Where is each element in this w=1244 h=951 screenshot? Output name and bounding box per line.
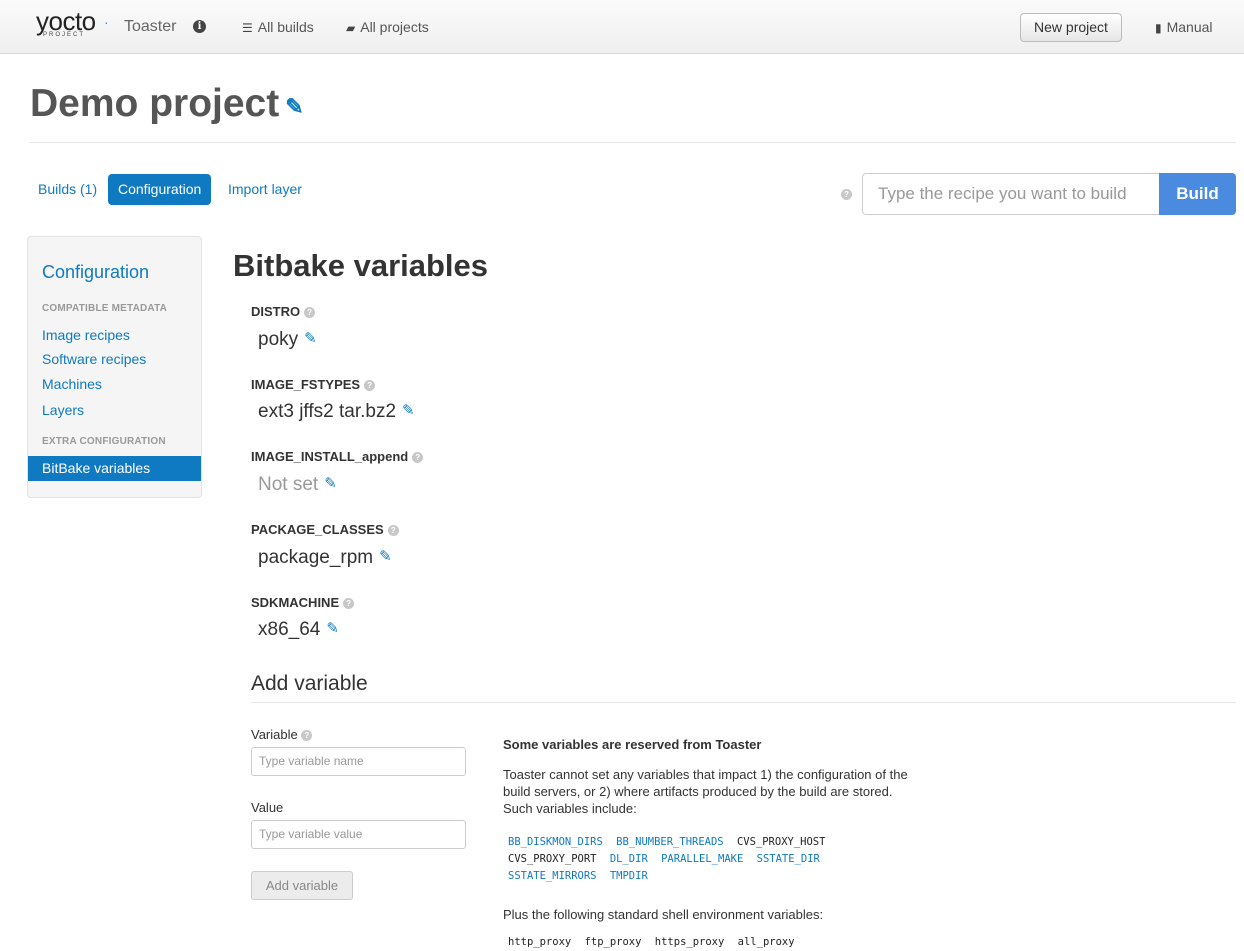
shell-variables-intro: Plus the following standard shell enviro… — [503, 907, 824, 922]
variable-name: IMAGE_INSTALL_append? — [251, 449, 424, 464]
logo-subtitle: PROJECT — [43, 32, 86, 38]
question-circle-icon[interactable]: ? — [387, 525, 399, 536]
shell-variable: http_proxy — [508, 936, 572, 948]
sidebar-item-software-recipes[interactable]: Software recipes — [42, 351, 146, 367]
variable-name-text: SDKMACHINE — [251, 595, 340, 610]
question-circle-icon[interactable]: ? — [364, 380, 376, 391]
shell-variable: ftp_proxy — [584, 936, 642, 948]
variable-name-text: DISTRO — [251, 304, 301, 319]
sidebar-item-bitbake-variables[interactable]: BitBake variables — [28, 456, 201, 481]
pencil-icon[interactable]: ✎ — [324, 474, 337, 492]
pencil-icon[interactable]: ✎ — [285, 94, 303, 120]
sidebar-heading[interactable]: Configuration — [42, 262, 149, 283]
variable-value-text: Not set — [258, 474, 319, 495]
question-circle-icon[interactable]: ? — [412, 452, 424, 463]
app-name-link[interactable]: Toaster — [124, 18, 176, 36]
pencil-icon[interactable]: ✎ — [402, 401, 415, 419]
list-icon: ☰ — [242, 21, 253, 35]
shell-variable: all_proxy — [737, 936, 795, 948]
variable-label: Variable ? — [251, 727, 313, 742]
sidebar-item-machines[interactable]: Machines — [42, 376, 102, 392]
logo-dot: · — [104, 14, 109, 30]
tab-import-layer[interactable]: Import layer — [228, 174, 302, 205]
variable-name-text: IMAGE_FSTYPES — [251, 377, 361, 392]
variable-name-text: IMAGE_INSTALL_append — [251, 449, 409, 464]
variable-value: poky ✎ — [258, 329, 317, 351]
reserved-variable: CVS_PROXY_HOST — [736, 836, 826, 848]
variable-value: x86_64 ✎ — [258, 619, 339, 641]
variable-name: SDKMACHINE? — [251, 595, 355, 610]
variable-value-text: poky — [258, 329, 299, 350]
tab-builds[interactable]: Builds (1) — [38, 174, 97, 205]
new-project-button[interactable]: New project — [1020, 13, 1122, 42]
build-button[interactable]: Build — [1159, 173, 1236, 215]
reserved-variable-link[interactable]: TMPDIR — [610, 868, 648, 885]
folder-icon: ▰ — [346, 21, 356, 35]
question-circle-icon[interactable]: ? — [301, 730, 313, 741]
sidebar-item-layers[interactable]: Layers — [42, 402, 84, 418]
reserved-variable-link[interactable]: BB_NUMBER_THREADS — [616, 834, 723, 851]
tab-configuration[interactable]: Configuration — [108, 174, 212, 205]
variable-name: PACKAGE_CLASSES? — [251, 522, 399, 537]
all-projects-link[interactable]: ▰ All projects — [346, 19, 429, 35]
reserved-variable-link[interactable]: DL_DIR — [610, 851, 648, 868]
question-circle-icon[interactable]: ? — [343, 598, 355, 609]
question-circle-icon[interactable]: ? — [841, 189, 852, 200]
value-label: Value — [251, 800, 284, 815]
variable-value: Not set ✎ — [258, 474, 337, 496]
variable-name-text: PACKAGE_CLASSES — [251, 522, 384, 537]
config-sidebar: Configuration COMPATIBLE METADATA Image … — [27, 236, 202, 498]
section-heading: Bitbake variables — [233, 248, 489, 283]
all-builds-link[interactable]: ☰ All builds — [242, 19, 314, 35]
reserved-variable-link[interactable]: SSTATE_MIRRORS — [508, 868, 597, 885]
shell-variables-list: http_proxy ftp_proxy https_proxy all_pro… — [508, 936, 802, 948]
page-title: Demo project ✎ — [30, 82, 304, 126]
all-projects-label: All projects — [360, 19, 429, 35]
manual-link[interactable]: ▮ Manual — [1155, 19, 1213, 35]
sidebar-section-compatible: COMPATIBLE METADATA — [42, 303, 168, 314]
reserved-variable-link[interactable]: SSTATE_DIR — [757, 851, 820, 868]
pencil-icon[interactable]: ✎ — [379, 547, 392, 565]
variable-value: ext3 jffs2 tar.bz2 ✎ — [258, 401, 415, 423]
variable-label-text: Variable — [251, 727, 298, 742]
top-navbar: yocto · PROJECT Toaster i ☰ All builds ▰ A… — [0, 0, 1244, 54]
pencil-icon[interactable]: ✎ — [326, 619, 339, 637]
reserved-variable-link[interactable]: BB_DISKMON_DIRS — [508, 834, 603, 851]
add-variable-divider — [251, 702, 1236, 703]
variable-name: IMAGE_FSTYPES? — [251, 377, 376, 392]
pencil-icon[interactable]: ✎ — [304, 329, 317, 347]
reserved-description: Toaster cannot set any variables that im… — [503, 767, 908, 816]
all-builds-label: All builds — [257, 19, 314, 35]
manual-label: Manual — [1166, 19, 1213, 35]
variable-value-text: x86_64 — [258, 619, 321, 640]
recipe-search-input[interactable]: Type the recipe you want to build — [862, 173, 1159, 215]
reserved-heading: Some variables are reserved from Toaster — [503, 737, 762, 752]
variable-value-input[interactable]: Type variable value — [251, 820, 466, 849]
title-divider — [30, 142, 1236, 143]
variable-name: DISTRO? — [251, 304, 316, 319]
yocto-logo[interactable]: yocto · PROJECT — [36, 8, 116, 38]
project-name: Demo project — [30, 82, 280, 125]
reserved-variable-link[interactable]: PARALLEL_MAKE — [661, 851, 743, 868]
variable-value-text: package_rpm — [258, 547, 374, 568]
book-icon: ▮ — [1155, 21, 1162, 35]
question-circle-icon[interactable]: ? — [304, 307, 316, 318]
variable-value-text: ext3 jffs2 tar.bz2 — [258, 401, 397, 422]
reserved-variable: CVS_PROXY_PORT — [508, 853, 597, 865]
sidebar-section-extra: EXTRA CONFIGURATION — [42, 436, 166, 447]
reserved-variables-list: BB_DISKMON_DIRS BB_NUMBER_THREADS CVS_PR… — [508, 834, 878, 885]
variable-value: package_rpm ✎ — [258, 547, 392, 569]
shell-variable: https_proxy — [654, 936, 725, 948]
info-circle-icon[interactable]: i — [193, 20, 206, 33]
variable-name-input[interactable]: Type variable name — [251, 747, 466, 776]
add-variable-heading: Add variable — [251, 672, 368, 695]
sidebar-item-image-recipes[interactable]: Image recipes — [42, 327, 130, 343]
add-variable-button[interactable]: Add variable — [251, 871, 353, 900]
